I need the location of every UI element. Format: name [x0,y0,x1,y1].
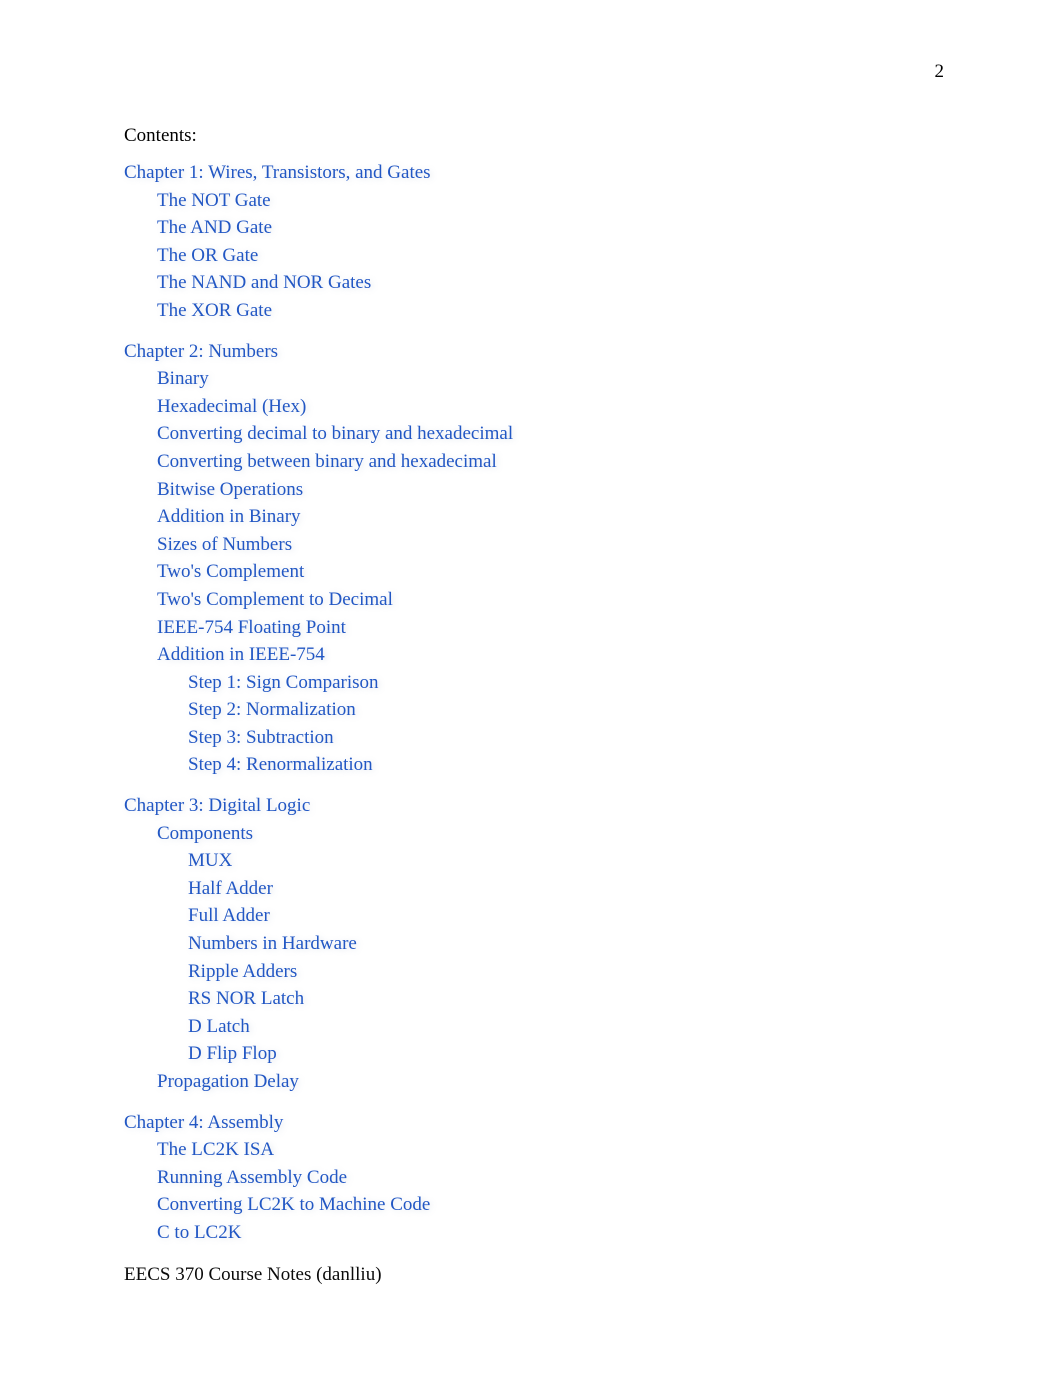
toc-section-link[interactable]: D Latch [188,1013,984,1041]
toc-section-link[interactable]: Running Assembly Code [157,1164,984,1192]
toc-section-link[interactable]: Half Adder [188,875,984,903]
toc-section-link[interactable]: IEEE-754 Floating Point [157,614,984,642]
toc-section-link[interactable]: Addition in IEEE-754 [157,641,984,669]
toc-section-link[interactable]: The LC2K ISA [157,1136,984,1164]
toc-section-link[interactable]: Ripple Adders [188,958,984,986]
toc-section-link[interactable]: Step 3: Subtraction [188,724,984,752]
toc-section-link[interactable]: The OR Gate [157,242,984,270]
page-number: 2 [934,61,945,82]
toc-chapter-link[interactable]: Chapter 3: Digital Logic [124,792,984,820]
toc-section-link[interactable]: The NAND and NOR Gates [157,269,984,297]
toc-section-link[interactable]: Binary [157,365,984,393]
footer-note: EECS 370 Course Notes (danlliu) [124,1264,382,1285]
toc-section-link[interactable]: Converting decimal to binary and hexadec… [157,420,984,448]
toc-section-link[interactable]: The XOR Gate [157,297,984,325]
toc-section-link[interactable]: Components [157,820,984,848]
toc-section-link[interactable]: Sizes of Numbers [157,531,984,559]
toc-section-link[interactable]: Propagation Delay [157,1068,984,1096]
page-body: Contents: Chapter 1: Wires, Transistors,… [124,122,984,1247]
toc-section-link[interactable]: Step 4: Renormalization [188,751,984,779]
toc-section-link[interactable]: C to LC2K [157,1219,984,1247]
toc-chapter-link[interactable]: Chapter 1: Wires, Transistors, and Gates [124,159,984,187]
toc-section-link[interactable]: Step 1: Sign Comparison [188,669,984,697]
toc-section-link[interactable]: Hexadecimal (Hex) [157,393,984,421]
toc-section-link[interactable]: The AND Gate [157,214,984,242]
toc-section-link[interactable]: Converting LC2K to Machine Code [157,1191,984,1219]
toc-chapter-link[interactable]: Chapter 4: Assembly [124,1109,984,1137]
toc-section-link[interactable]: Addition in Binary [157,503,984,531]
toc-section-link[interactable]: Two's Complement [157,558,984,586]
toc-section-link[interactable]: MUX [188,847,984,875]
document-page: 2 Contents: Chapter 1: Wires, Transistor… [0,0,1062,1376]
toc-section-link[interactable]: Numbers in Hardware [188,930,984,958]
toc-section-link[interactable]: D Flip Flop [188,1040,984,1068]
toc-chapter-link[interactable]: Chapter 2: Numbers [124,338,984,366]
toc-section-link[interactable]: Full Adder [188,902,984,930]
contents-heading: Contents: [124,125,197,146]
toc-section-link[interactable]: Step 2: Normalization [188,696,984,724]
toc-section-link[interactable]: Bitwise Operations [157,476,984,504]
toc-section-link[interactable]: RS NOR Latch [188,985,984,1013]
toc-section-link[interactable]: The NOT Gate [157,187,984,215]
toc-section-link[interactable]: Two's Complement to Decimal [157,586,984,614]
toc-section-link[interactable]: Converting between binary and hexadecima… [157,448,984,476]
table-of-contents: Chapter 1: Wires, Transistors, and Gates… [124,159,984,1247]
